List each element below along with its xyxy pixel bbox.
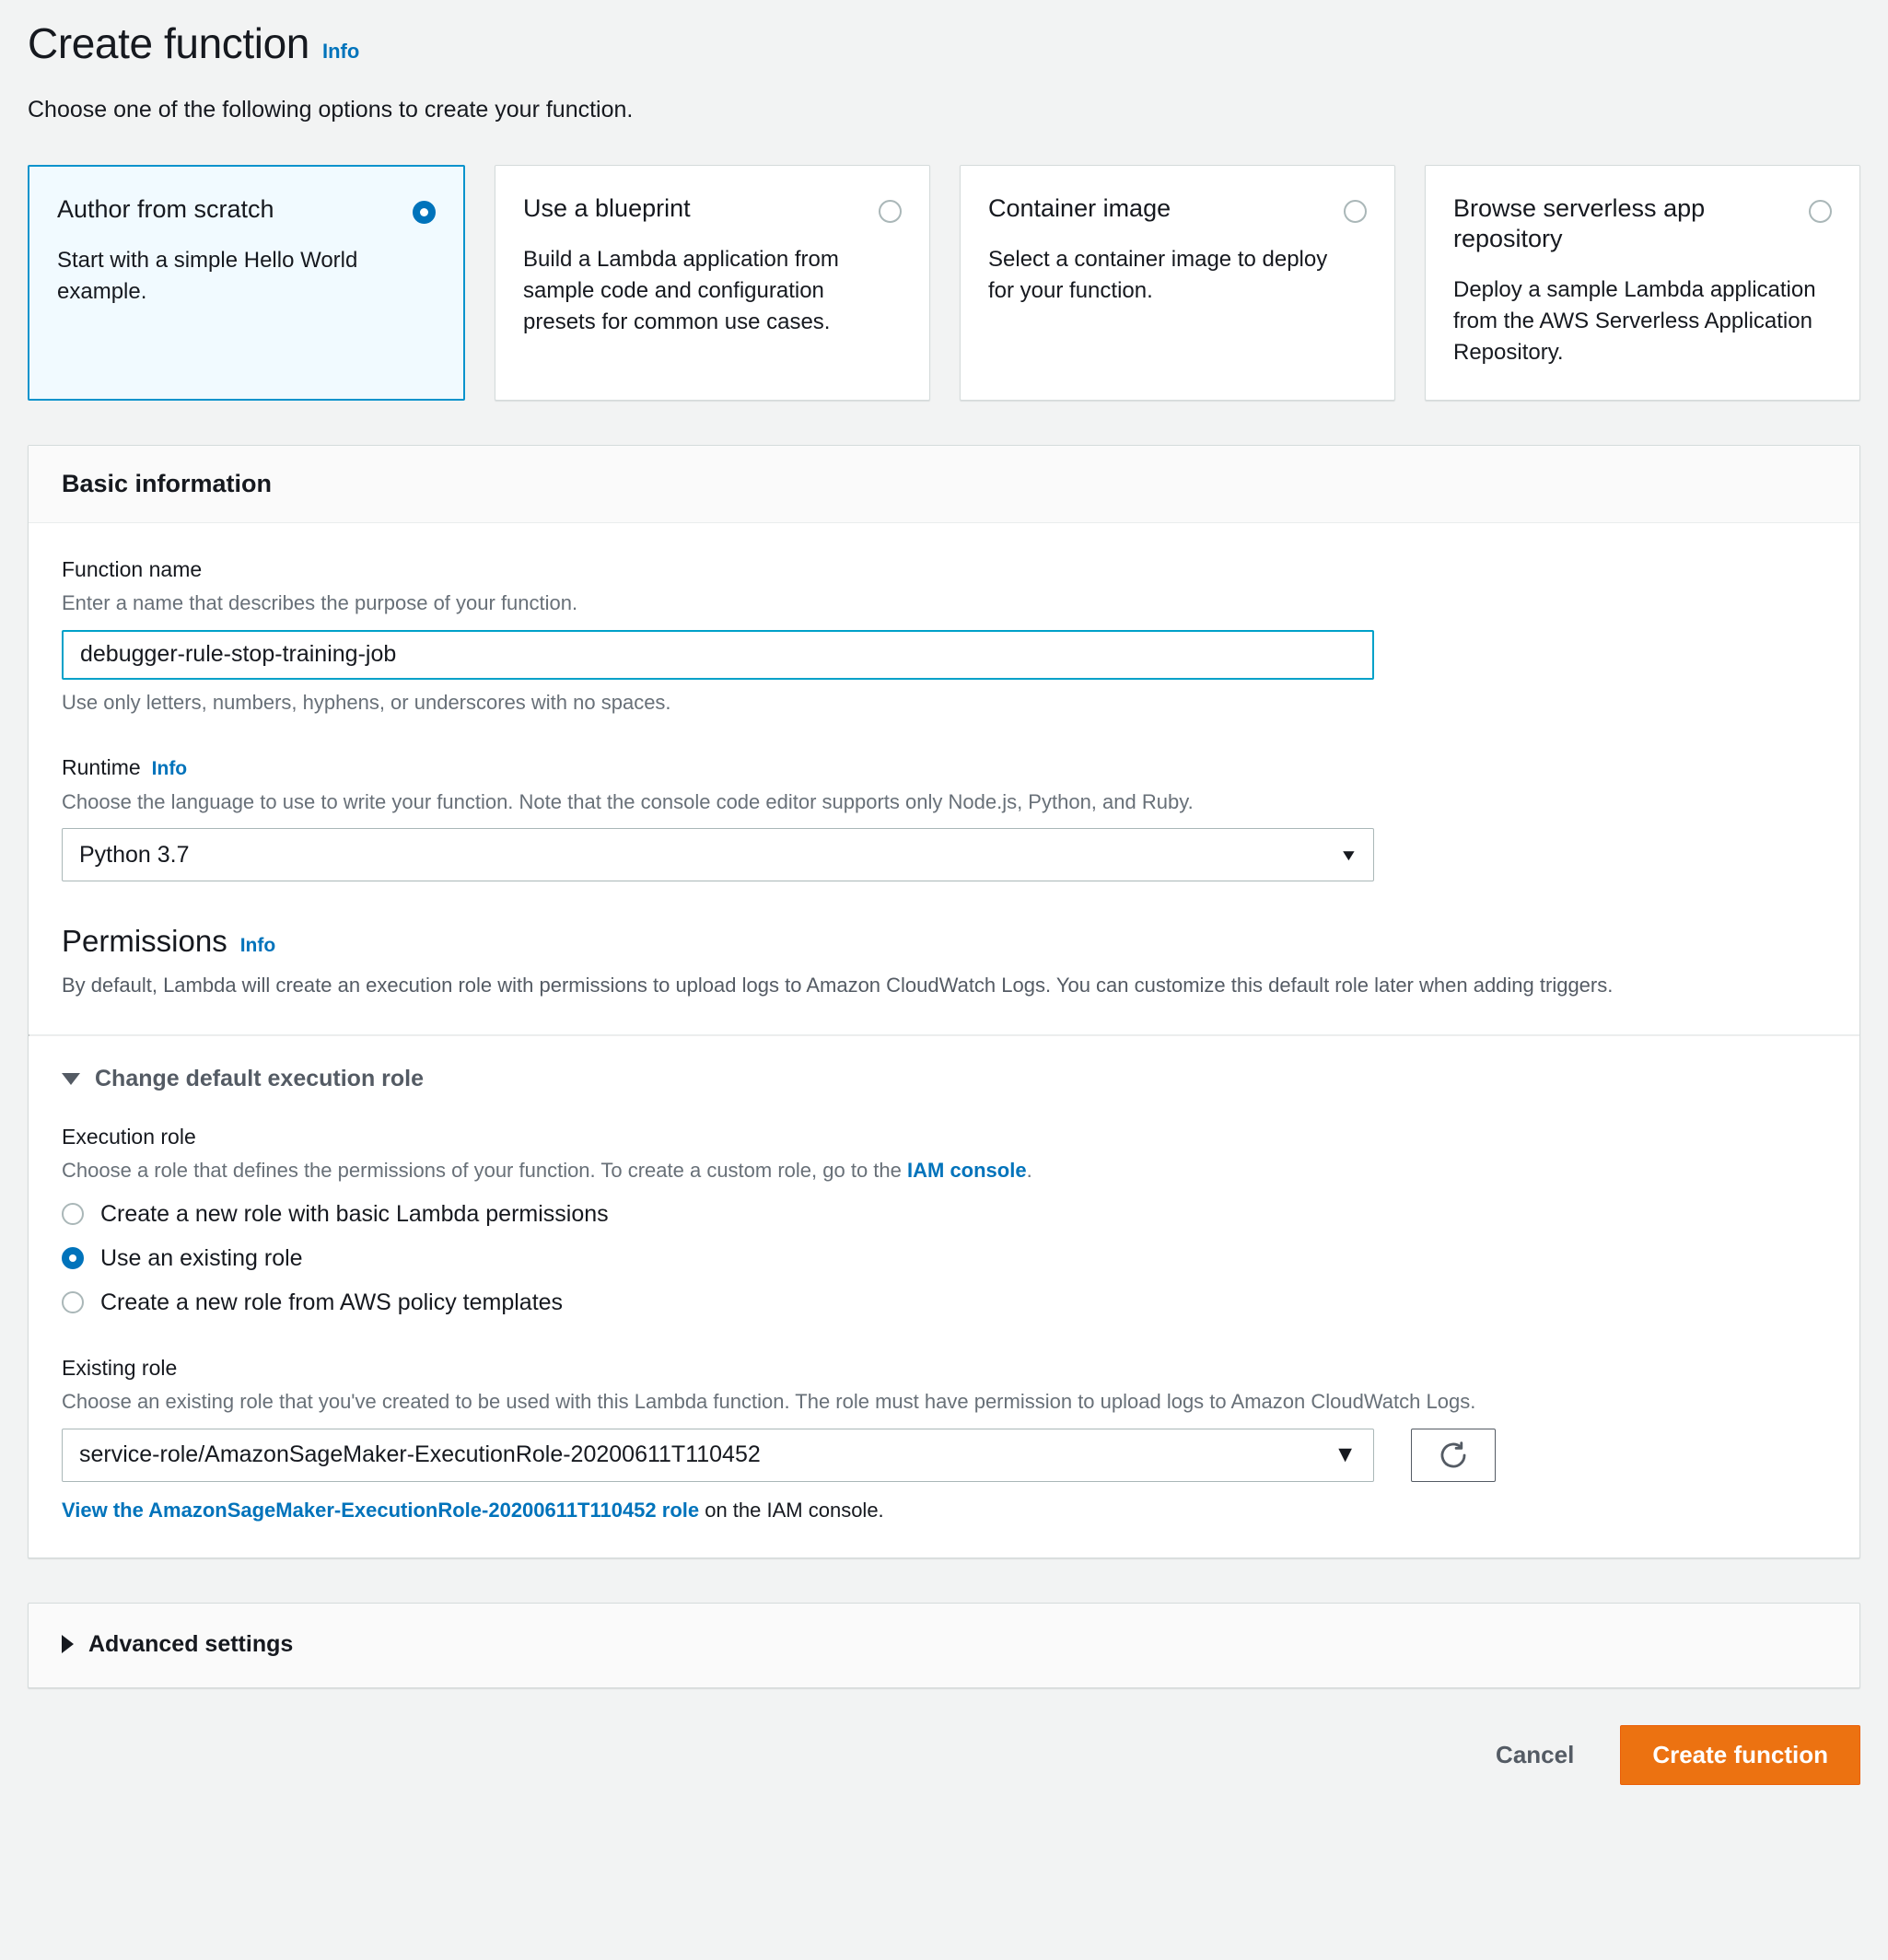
runtime-hint: Choose the language to use to write your… — [62, 789, 1194, 813]
view-role-link-suffix: on the IAM console. — [699, 1498, 884, 1522]
option-card-header: Container image — [988, 193, 1367, 224]
chevron-right-icon — [62, 1635, 74, 1654]
runtime-label-row: Runtime Info — [62, 754, 1826, 781]
radio-use-existing-role[interactable] — [62, 1247, 84, 1270]
permissions-heading: Permissions — [62, 924, 227, 959]
option-card-title: Browse serverless app repository — [1453, 194, 1706, 253]
option-card-description: Deploy a sample Lambda application from … — [1453, 276, 1816, 366]
basic-information-title: Basic information — [62, 470, 273, 498]
iam-console-link[interactable]: IAM console — [907, 1159, 1027, 1182]
option-card-browse-serverless-app-repository[interactable]: Browse serverless app repository Deploy … — [1425, 165, 1860, 402]
basic-information-panel: Basic information Function name Enter a … — [28, 445, 1860, 1558]
view-role-link[interactable]: View the AmazonSageMaker-ExecutionRole-2… — [62, 1499, 699, 1522]
runtime-select[interactable]: Python 3.7 ▼ — [62, 828, 1374, 882]
function-name-field: Function name Enter a name that describe… — [62, 556, 1826, 716]
radio-create-from-policy-templates[interactable] — [62, 1291, 84, 1314]
function-name-label: Function name — [62, 557, 203, 582]
chevron-down-icon: ▼ — [1334, 1441, 1357, 1468]
basic-information-body: Function name Enter a name that describe… — [29, 523, 1859, 1034]
execution-role-option-use-existing[interactable]: Use an existing role — [62, 1244, 1826, 1272]
execution-role-field: Execution role Choose a role that define… — [62, 1124, 1826, 1316]
basic-information-header: Basic information — [29, 446, 1859, 524]
option-card-use-a-blueprint[interactable]: Use a blueprint Build a Lambda applicati… — [495, 165, 930, 402]
option-card-title: Container image — [988, 194, 1171, 223]
advanced-settings-label: Advanced settings — [88, 1630, 294, 1657]
refresh-icon — [1440, 1441, 1466, 1468]
runtime-field: Runtime Info Choose the language to use … — [62, 754, 1826, 882]
permissions-field: Permissions Info By default, Lambda will… — [62, 924, 1826, 999]
existing-role-field: Existing role Choose an existing role th… — [62, 1355, 1826, 1522]
option-card-author-from-scratch[interactable]: Author from scratch Start with a simple … — [28, 165, 465, 402]
permissions-info-link[interactable]: Info — [240, 935, 275, 957]
page-header: Create function Info Choose one of the f… — [28, 0, 1860, 124]
creation-options-group: Author from scratch Start with a simple … — [28, 165, 1860, 402]
execution-role-option-label: Create a new role with basic Lambda perm… — [100, 1201, 609, 1228]
page-subtitle: Choose one of the following options to c… — [28, 96, 634, 122]
execution-role-option-label: Use an existing role — [100, 1245, 303, 1272]
existing-role-view-link-row: View the AmazonSageMaker-ExecutionRole-2… — [62, 1499, 1826, 1522]
execution-role-hint-before: Choose a role that defines the permissio… — [62, 1158, 907, 1182]
chevron-down-icon: ▼ — [1339, 846, 1359, 864]
function-name-input-value: debugger-rule-stop-training-job — [80, 641, 397, 668]
execution-role-label: Execution role — [62, 1124, 196, 1149]
refresh-roles-button[interactable] — [1411, 1428, 1496, 1482]
execution-role-hint: Choose a role that defines the permissio… — [62, 1157, 1826, 1184]
function-name-label-row: Function name — [62, 556, 1826, 583]
form-footer: Cancel Create function — [28, 1688, 1860, 1822]
page-title: Create function — [28, 19, 309, 67]
page-title-row: Create function Info — [28, 20, 1860, 67]
radio-author-from-scratch[interactable] — [413, 201, 436, 225]
radio-container-image[interactable] — [1344, 200, 1367, 224]
create-function-button[interactable]: Create function — [1620, 1724, 1860, 1785]
execution-role-option-create-new-basic[interactable]: Create a new role with basic Lambda perm… — [62, 1200, 1826, 1228]
existing-role-select[interactable]: service-role/AmazonSageMaker-ExecutionRo… — [62, 1428, 1374, 1482]
page-info-link[interactable]: Info — [322, 40, 359, 64]
change-default-execution-role-label: Change default execution role — [95, 1065, 425, 1091]
existing-role-select-value: service-role/AmazonSageMaker-ExecutionRo… — [79, 1441, 761, 1468]
option-card-description: Select a container image to deploy for y… — [988, 247, 1328, 304]
chevron-down-icon — [62, 1072, 80, 1085]
execution-role-hint-after: . — [1026, 1158, 1032, 1182]
runtime-label: Runtime — [62, 755, 141, 780]
option-card-title: Use a blueprint — [523, 194, 691, 223]
runtime-info-link[interactable]: Info — [152, 757, 187, 781]
function-name-input[interactable]: debugger-rule-stop-training-job — [62, 629, 1374, 680]
execution-role-option-create-from-templates[interactable]: Create a new role from AWS policy templa… — [62, 1289, 1826, 1316]
permissions-description: By default, Lambda will create an execut… — [62, 974, 1614, 998]
cancel-button[interactable]: Cancel — [1486, 1728, 1583, 1782]
change-default-execution-role-expander[interactable]: Change default execution role — [62, 1066, 1826, 1092]
execution-role-option-label: Create a new role from AWS policy templa… — [100, 1289, 564, 1316]
create-function-page: Create function Info Choose one of the f… — [0, 0, 1888, 1960]
existing-role-hint: Choose an existing role that you've crea… — [62, 1390, 1476, 1414]
radio-use-a-blueprint[interactable] — [879, 200, 902, 224]
advanced-settings-panel[interactable]: Advanced settings — [28, 1602, 1860, 1688]
execution-role-section: Change default execution role Execution … — [29, 1036, 1859, 1558]
existing-role-label: Existing role — [62, 1356, 178, 1381]
function-name-hint: Enter a name that describes the purpose … — [62, 590, 578, 614]
option-card-description: Start with a simple Hello World example. — [57, 248, 358, 305]
option-card-header: Browse serverless app repository — [1453, 193, 1832, 254]
existing-role-row: service-role/AmazonSageMaker-ExecutionRo… — [62, 1428, 1826, 1482]
permissions-heading-row: Permissions Info — [62, 924, 1826, 959]
existing-role-label-row: Existing role — [62, 1355, 1826, 1382]
function-name-constraint: Use only letters, numbers, hyphens, or u… — [62, 690, 671, 714]
option-card-header: Author from scratch — [57, 194, 436, 225]
advanced-settings-expander[interactable]: Advanced settings — [62, 1631, 1826, 1658]
option-card-title: Author from scratch — [57, 195, 274, 224]
execution-role-label-row: Execution role — [62, 1124, 1826, 1150]
option-card-container-image[interactable]: Container image Select a container image… — [960, 165, 1395, 402]
radio-browse-serverless-app-repository[interactable] — [1809, 200, 1832, 224]
radio-create-new-basic[interactable] — [62, 1203, 84, 1226]
option-card-description: Build a Lambda application from sample c… — [523, 247, 839, 335]
option-card-header: Use a blueprint — [523, 193, 902, 224]
runtime-select-value: Python 3.7 — [79, 841, 190, 868]
